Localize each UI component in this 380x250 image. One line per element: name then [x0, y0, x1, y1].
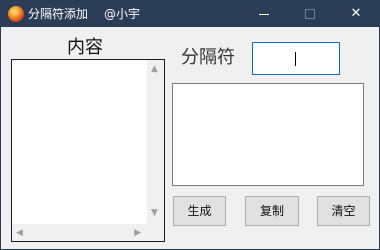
maximize-icon: [305, 9, 315, 19]
minimize-icon: [259, 14, 269, 15]
separator-input[interactable]: [252, 42, 340, 75]
close-button[interactable]: ✕: [333, 1, 379, 27]
app-name: 分隔符添加: [28, 7, 89, 21]
title-bar[interactable]: 分隔符添加 @小宇 ✕: [1, 1, 380, 27]
content-label: 内容: [67, 37, 103, 58]
vertical-scrollbar[interactable]: ▲ ▼: [147, 60, 164, 224]
window-title: 分隔符添加 @小宇: [28, 6, 140, 22]
scrollbar-corner: [147, 224, 164, 241]
horizontal-scrollbar[interactable]: ◀ ▶: [12, 224, 147, 241]
scroll-down-icon[interactable]: ▼: [151, 208, 158, 218]
clear-button[interactable]: 清空: [317, 196, 370, 226]
copy-button[interactable]: 复制: [245, 196, 299, 226]
text-caret: [295, 52, 296, 66]
minimize-button[interactable]: [241, 1, 287, 27]
scroll-up-icon[interactable]: ▲: [151, 64, 158, 74]
author-label: @小宇: [104, 7, 141, 21]
content-textarea[interactable]: ▲ ▼ ◀ ▶: [11, 59, 165, 242]
app-icon: [8, 6, 24, 22]
scroll-right-icon[interactable]: ▶: [134, 228, 141, 238]
maximize-button: [287, 1, 333, 27]
app-window: 分隔符添加 @小宇 ✕ 内容 分隔符 ▲ ▼ ◀ ▶ 生成 复制 清空: [0, 0, 380, 250]
generate-button[interactable]: 生成: [173, 196, 226, 226]
result-textarea[interactable]: [172, 83, 364, 186]
scroll-left-icon[interactable]: ◀: [16, 228, 23, 238]
separator-label: 分隔符: [181, 47, 235, 68]
